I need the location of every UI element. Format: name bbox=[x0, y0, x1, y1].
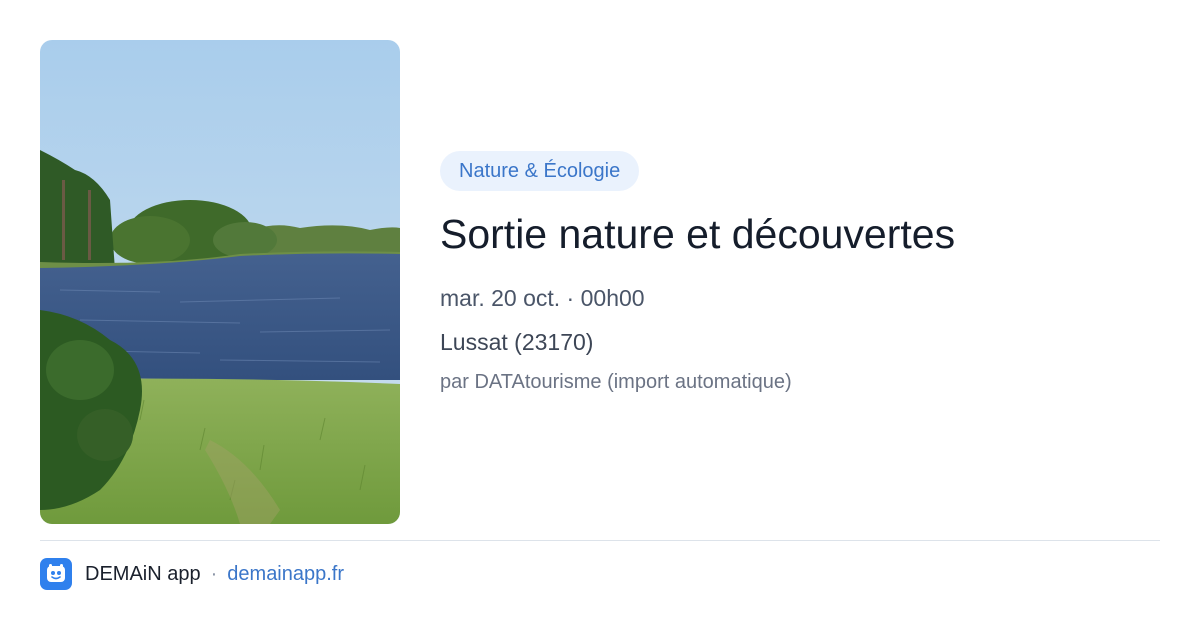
app-url-link[interactable]: demainapp.fr bbox=[227, 563, 344, 586]
demain-app-logo-icon bbox=[40, 558, 72, 590]
footer-divider bbox=[40, 540, 1160, 541]
event-author: par DATAtourisme (import automatique) bbox=[440, 371, 792, 393]
app-name: DEMAiN app bbox=[85, 562, 201, 585]
event-title: Sortie nature et découvertes bbox=[440, 211, 956, 257]
event-info: Nature & Écologie Sortie nature et décou… bbox=[440, 151, 1160, 395]
event-photo bbox=[40, 40, 400, 524]
event-location: Lussat (23170) bbox=[440, 329, 594, 355]
event-datetime: mar. 20 oct. · 00h00 bbox=[440, 285, 645, 311]
footer: DEMAiN app · demainapp.fr bbox=[40, 558, 344, 590]
lake-landscape-image bbox=[40, 40, 400, 524]
event-card: Nature & Écologie Sortie nature et décou… bbox=[0, 0, 1200, 630]
category-badge[interactable]: Nature & Écologie bbox=[440, 151, 640, 191]
footer-separator: · bbox=[210, 562, 218, 585]
